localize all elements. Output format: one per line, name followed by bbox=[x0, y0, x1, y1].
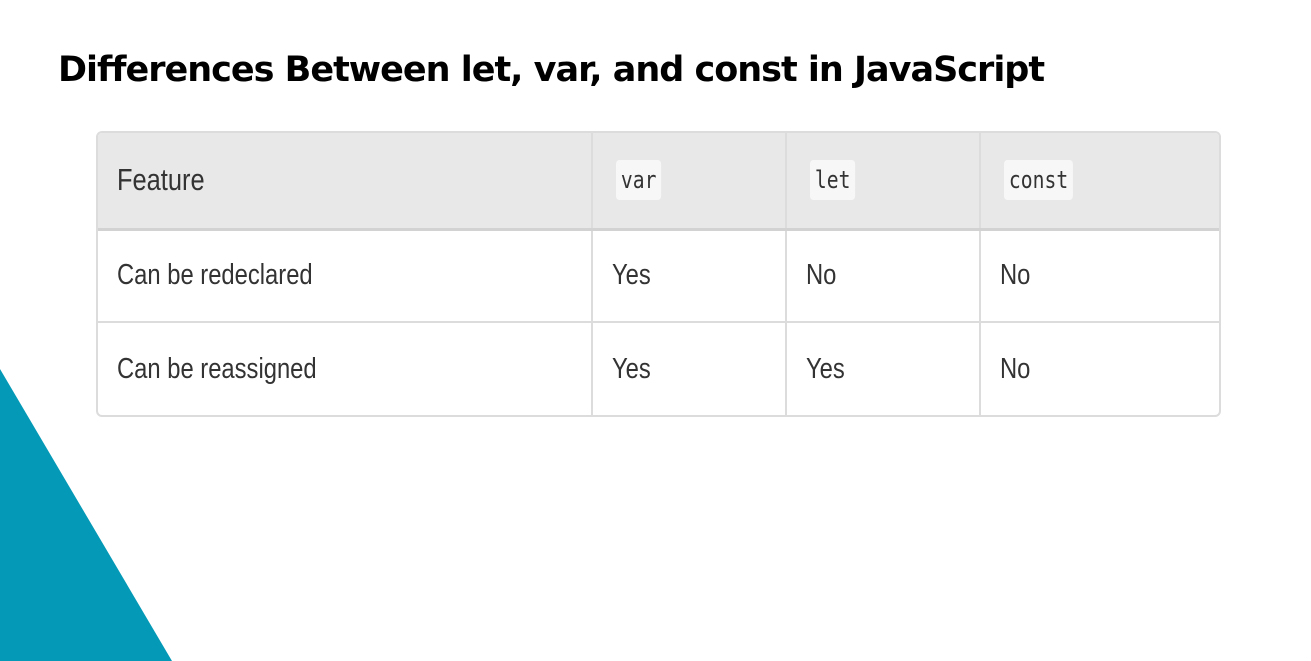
table-cell-const: No bbox=[980, 229, 1219, 323]
comparison-table-container: Feature var let const Can be redeclared … bbox=[96, 131, 1221, 417]
table-cell-var: Yes bbox=[592, 229, 787, 323]
table-cell-let: No bbox=[786, 229, 981, 323]
cell-text: Can be redeclared bbox=[117, 259, 313, 292]
table-cell-let: Yes bbox=[786, 322, 981, 415]
comparison-table: Feature var let const Can be redeclared … bbox=[98, 133, 1219, 415]
table-cell-feature: Can be redeclared bbox=[98, 229, 593, 323]
column-header-feature-label: Feature bbox=[117, 162, 205, 198]
column-header-feature: Feature bbox=[98, 133, 593, 231]
cell-text: Yes bbox=[612, 259, 651, 292]
slide-title: Differences Between let, var, and const … bbox=[58, 50, 1045, 90]
cell-text: No bbox=[806, 259, 837, 292]
column-header-const: const bbox=[980, 133, 1219, 231]
cell-text: Yes bbox=[806, 352, 845, 385]
cell-text: No bbox=[1000, 259, 1031, 292]
table-cell-feature: Can be reassigned bbox=[98, 322, 593, 415]
column-header-var: var bbox=[592, 133, 787, 231]
table-row: Can be redeclared Yes No No bbox=[98, 229, 1219, 323]
column-header-let-code: let bbox=[810, 160, 856, 201]
table-cell-var: Yes bbox=[592, 322, 787, 415]
table-cell-const: No bbox=[980, 322, 1219, 415]
column-header-const-code: const bbox=[1004, 160, 1074, 201]
cell-text: Can be reassigned bbox=[117, 352, 317, 385]
table-header-row: Feature var let const bbox=[98, 133, 1219, 231]
table-row: Can be reassigned Yes Yes No bbox=[98, 322, 1219, 415]
column-header-var-code: var bbox=[616, 160, 662, 201]
cell-text: Yes bbox=[612, 352, 651, 385]
cell-text: No bbox=[1000, 352, 1031, 385]
column-header-let: let bbox=[786, 133, 981, 231]
